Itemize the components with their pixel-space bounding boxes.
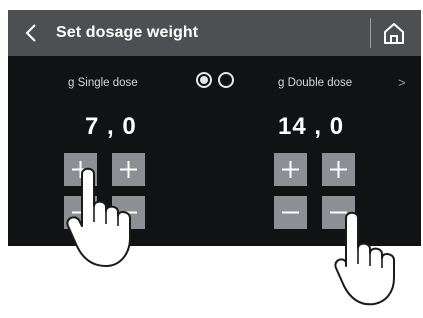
home-icon — [384, 23, 404, 44]
plus-icon — [330, 161, 347, 178]
pointing-hand-icon — [334, 211, 395, 306]
next-page-arrow[interactable]: > — [398, 75, 406, 90]
header-divider — [370, 18, 371, 48]
plus-icon — [282, 161, 299, 178]
home-button[interactable] — [378, 18, 410, 48]
double-dose-value: 14 , 0 — [278, 113, 345, 140]
page-dot-2[interactable] — [218, 72, 234, 88]
single-dose-value: 7 , 0 — [85, 113, 137, 140]
minus-icon — [282, 211, 299, 214]
header-bar: Set dosage weight — [8, 10, 421, 56]
double-dose-tens-minus-button[interactable] — [274, 196, 307, 229]
double-dose-units-plus-button[interactable] — [322, 153, 355, 186]
page-dot-1[interactable] — [196, 72, 212, 88]
page-title: Set dosage weight — [56, 24, 199, 41]
double-dose-tens-plus-button[interactable] — [274, 153, 307, 186]
pointing-hand-icon — [66, 167, 131, 267]
chevron-left-icon — [25, 24, 36, 42]
back-button[interactable] — [22, 22, 42, 44]
double-dose-label: g Double dose — [278, 77, 353, 89]
single-dose-label: g Single dose — [68, 77, 138, 89]
